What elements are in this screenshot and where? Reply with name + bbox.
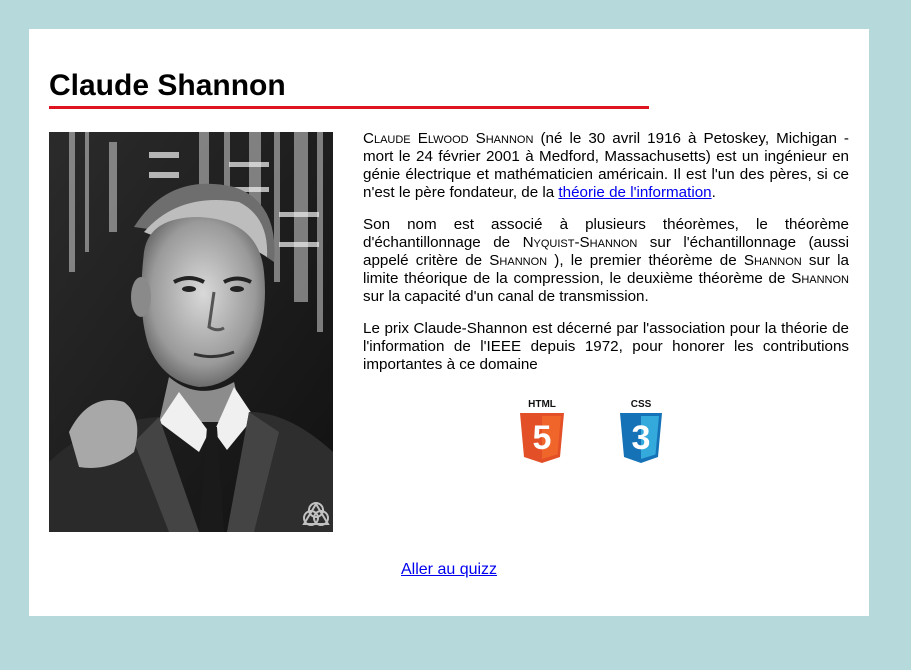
bio-paragraph-2: Son nom est associé à plusieurs théorème… bbox=[363, 216, 850, 305]
title-underline bbox=[49, 106, 649, 109]
css3-icon: CSS 3 bbox=[620, 399, 662, 463]
page-title: Claude Shannon bbox=[49, 69, 286, 102]
quiz-link[interactable]: Aller au quizz bbox=[401, 561, 497, 579]
html5-icon: HTML 5 bbox=[520, 399, 564, 463]
svg-text:3: 3 bbox=[632, 419, 651, 457]
biography-text: Claude Elwood Shannon (né le 30 avril 19… bbox=[363, 130, 849, 388]
svg-text:5: 5 bbox=[533, 419, 552, 457]
bio-paragraph-1: Claude Elwood Shannon (né le 30 avril 19… bbox=[363, 130, 849, 201]
svg-text:HTML: HTML bbox=[528, 399, 556, 410]
svg-text:CSS: CSS bbox=[631, 399, 652, 410]
bio-paragraph-3: Le prix Claude-Shannon est décerné par l… bbox=[363, 320, 849, 373]
technology-logos: HTML 5 CSS 3 bbox=[517, 397, 667, 467]
full-name: Claude Elwood Shannon bbox=[363, 130, 534, 147]
portrait-image bbox=[49, 132, 333, 532]
main-card: Claude Shannon Claude Elwood Shannon (né… bbox=[29, 29, 869, 616]
information-theory-link[interactable]: théorie de l'information bbox=[558, 184, 711, 201]
